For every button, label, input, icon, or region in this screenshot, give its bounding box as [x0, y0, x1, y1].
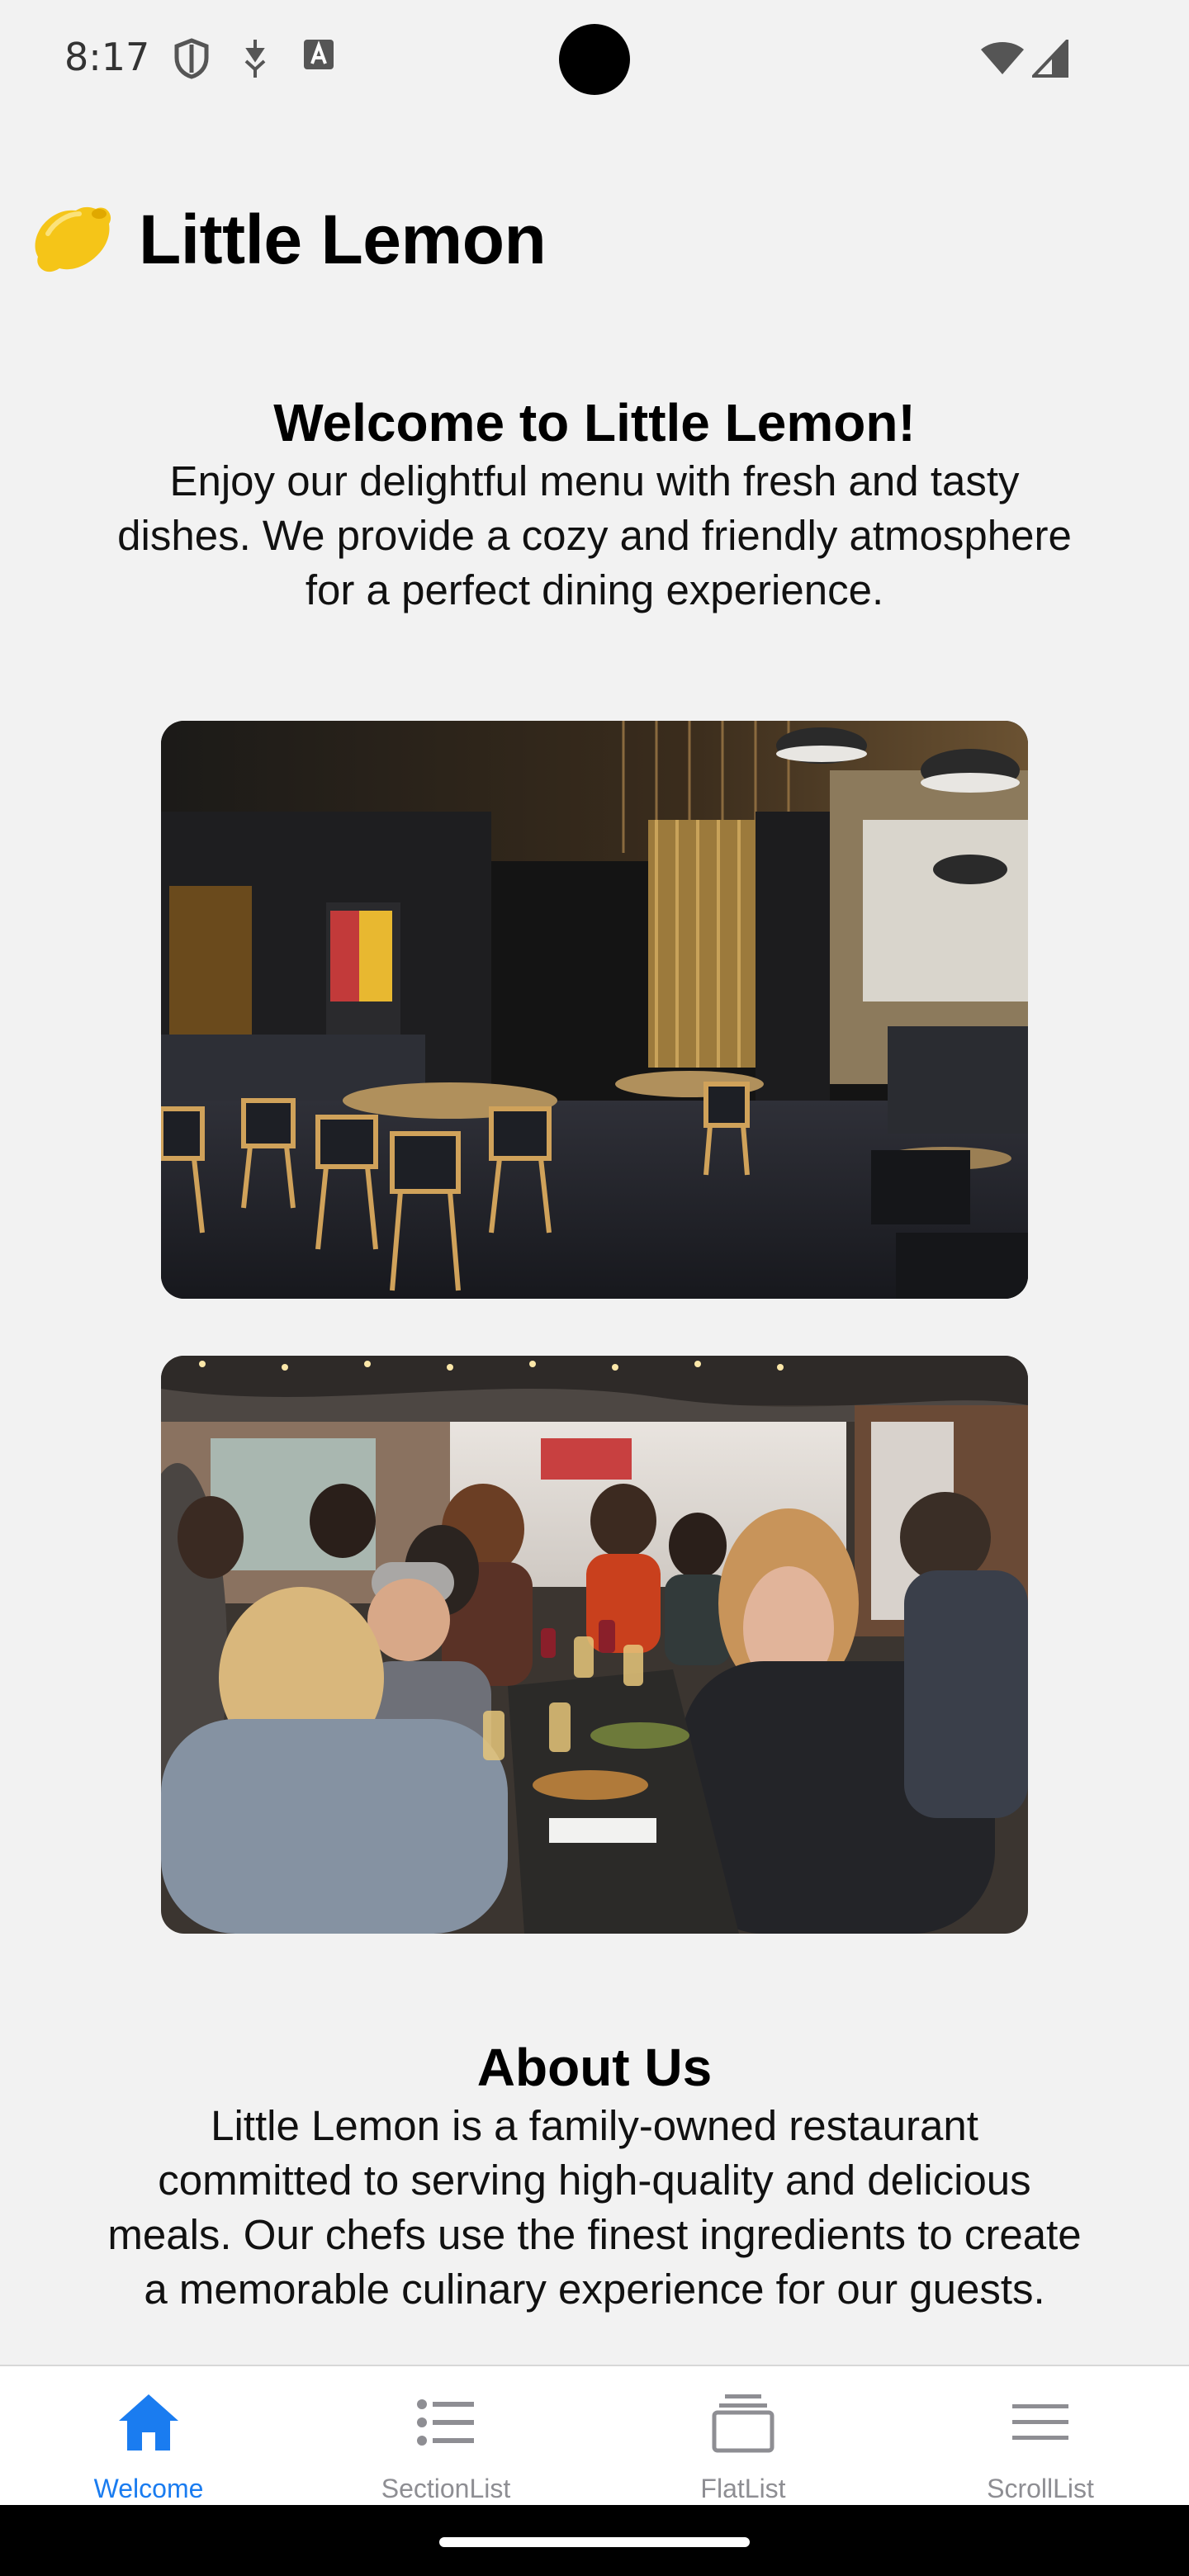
status-bar: 8:17	[0, 0, 1189, 116]
about-body: Little Lemon is a family-owned restauran…	[50, 2099, 1139, 2317]
signal-icon	[1032, 40, 1068, 78]
shield-icon	[174, 38, 209, 79]
status-time: 8:17	[64, 35, 150, 79]
tab-label: ScrollList	[987, 2474, 1094, 2503]
a-letter-icon	[304, 40, 334, 69]
stack-icon	[712, 2394, 775, 2453]
tab-label: SectionList	[381, 2474, 511, 2503]
about-line: committed to serving high-quality and de…	[158, 2157, 1031, 2204]
tab-label: FlatList	[700, 2474, 786, 2503]
about-line: a memorable culinary experience for our …	[144, 2266, 1045, 2313]
welcome-section: Welcome to Little Lemon! Enjoy our delig…	[50, 391, 1139, 618]
welcome-line: Enjoy our delightful menu with fresh and…	[169, 457, 1020, 504]
usb-debug-icon	[244, 40, 266, 78]
app-title: Little Lemon	[139, 200, 547, 278]
tab-scrolllist[interactable]: ScrollList	[892, 2366, 1189, 2507]
lemon-icon	[35, 206, 111, 272]
wifi-icon	[981, 42, 1024, 74]
menu-icon	[1012, 2404, 1068, 2440]
about-heading: About Us	[476, 2038, 713, 2097]
restaurant-interior-photo	[161, 721, 1028, 1299]
welcome-line: for a perfect dining experience.	[305, 566, 884, 613]
about-section: About Us Little Lemon is a family-owned …	[50, 2036, 1139, 2317]
system-nav-bar	[0, 2505, 1189, 2576]
welcome-heading: Welcome to Little Lemon!	[273, 393, 916, 452]
welcome-line: dishes. We provide a cozy and friendly a…	[117, 512, 1072, 559]
welcome-body: Enjoy our delightful menu with fresh and…	[50, 454, 1139, 618]
home-indicator[interactable]	[439, 2537, 750, 2547]
app-header: Little Lemon	[30, 198, 547, 281]
camera-cutout	[559, 24, 630, 95]
bottom-tab-bar: Welcome SectionList FlatList ScrollList	[0, 2365, 1189, 2507]
diners-at-table-photo	[161, 1356, 1028, 1934]
list-icon	[417, 2399, 474, 2446]
tab-sectionlist[interactable]: SectionList	[297, 2366, 594, 2507]
tab-label: Welcome	[93, 2474, 204, 2503]
about-line: Little Lemon is a family-owned restauran…	[211, 2102, 978, 2149]
tab-welcome[interactable]: Welcome	[0, 2366, 297, 2507]
about-line: meals. Our chefs use the finest ingredie…	[107, 2211, 1082, 2258]
tab-flatlist[interactable]: FlatList	[594, 2366, 892, 2507]
home-icon	[119, 2394, 178, 2451]
